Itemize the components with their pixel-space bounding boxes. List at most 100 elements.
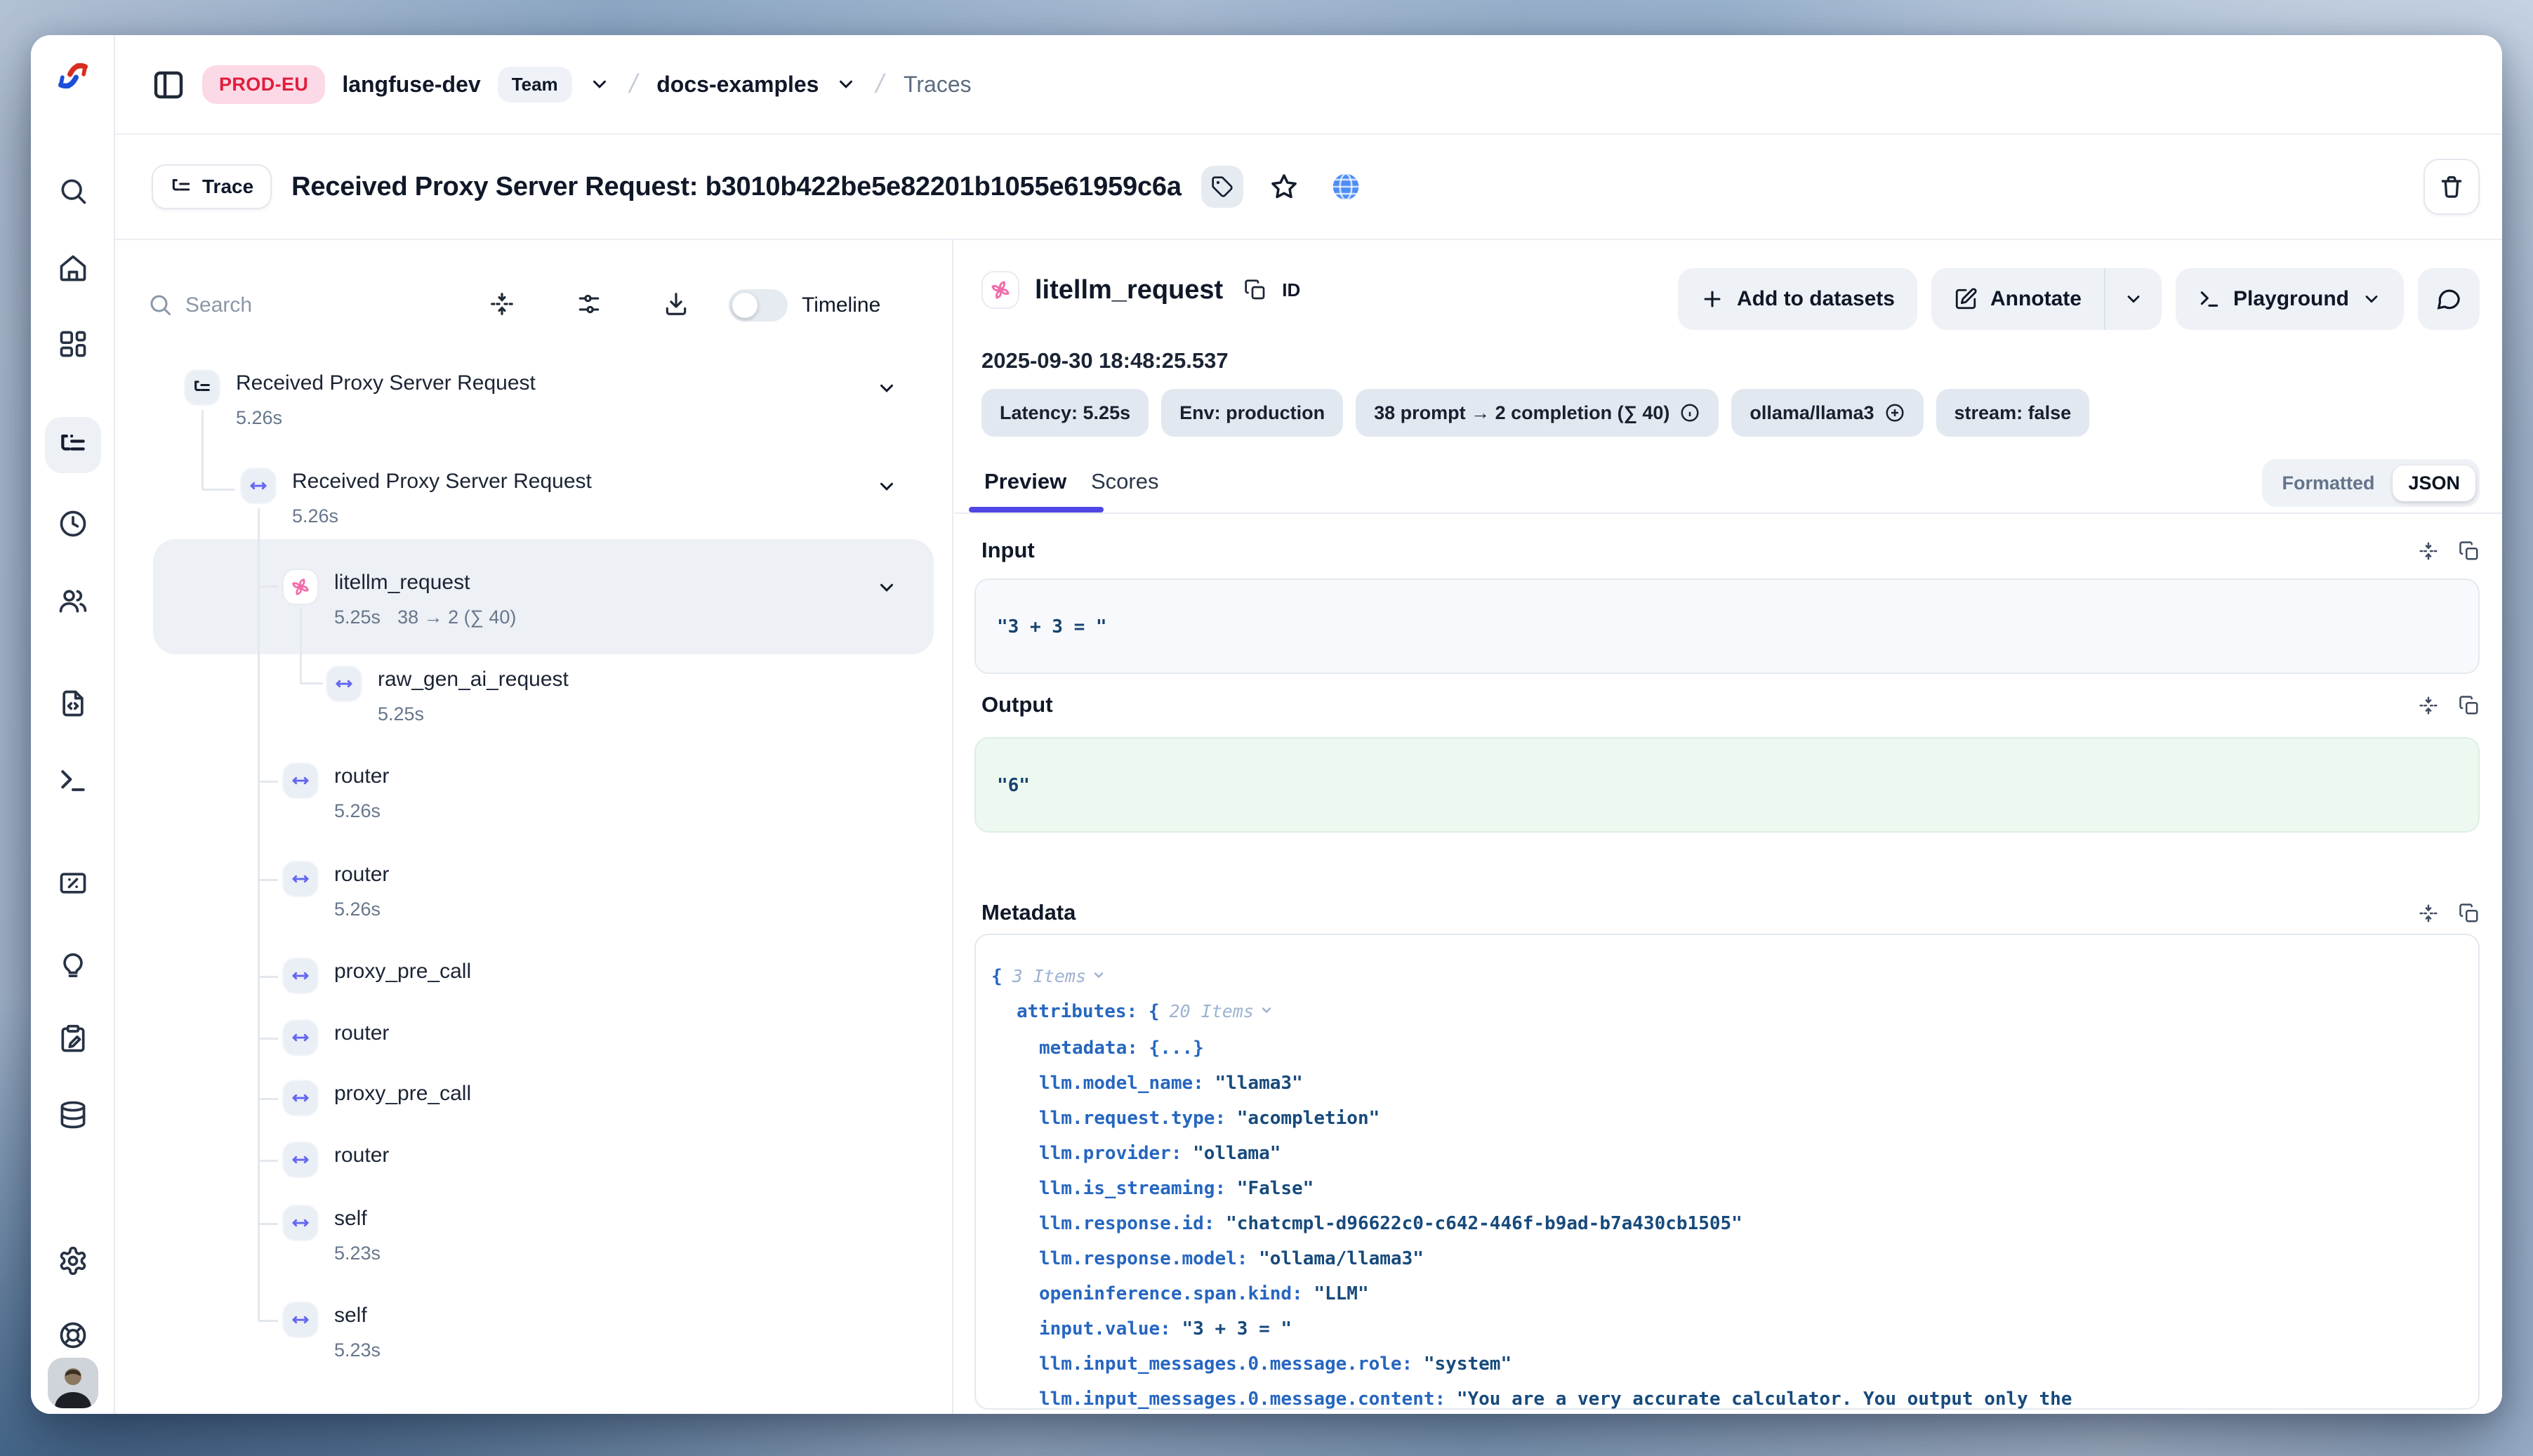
json-line[interactable]: {3 Items: [991, 966, 1106, 987]
chevron-down-icon[interactable]: [876, 476, 897, 497]
tab-preview[interactable]: Preview: [984, 469, 1066, 494]
json-line[interactable]: attributes: {20 Items: [1017, 1001, 1274, 1022]
tree-item-span[interactable]: self 5.23s: [282, 1302, 381, 1361]
search-input[interactable]: Search: [185, 293, 252, 317]
output-section-label: Output: [981, 692, 1053, 717]
json-line: openinference.span.kind: "LLM": [1039, 1283, 1369, 1304]
span-arrows-icon: [282, 1141, 319, 1178]
delete-trace-button[interactable]: [2423, 159, 2480, 215]
list-tree-icon: [184, 369, 220, 406]
model-badge[interactable]: ollama/llama3: [1731, 389, 1923, 437]
breadcrumb-section[interactable]: Traces: [904, 72, 972, 98]
annotate-dropdown-chevron-icon[interactable]: [2104, 268, 2162, 330]
json-line: llm.is_streaming: "False": [1039, 1178, 1314, 1199]
generation-pinwheel-icon: [981, 271, 1019, 309]
output-value: "6": [997, 775, 1030, 796]
chevron-down-icon: [2362, 289, 2381, 309]
icon-rail: [31, 35, 115, 1414]
settings-gear-icon[interactable]: [58, 1245, 88, 1276]
copy-icon[interactable]: [2459, 903, 2480, 924]
output-value-box: [974, 737, 2480, 833]
users-icon[interactable]: [58, 585, 88, 616]
output-section-actions: [2418, 695, 2480, 716]
chevron-down-icon: [1092, 968, 1106, 982]
dashboard-icon[interactable]: [58, 329, 88, 359]
project-name[interactable]: docs-examples: [656, 72, 819, 98]
scores-percent-icon[interactable]: [58, 868, 88, 899]
copy-id-icon[interactable]: [1244, 279, 1266, 301]
tree-item-span[interactable]: proxy_pre_call: [282, 1080, 471, 1116]
bookmark-star-button[interactable]: [1263, 166, 1305, 208]
tab-scores[interactable]: Scores: [1091, 469, 1158, 494]
tree-item-span[interactable]: router: [282, 1141, 389, 1178]
json-line: input.value: "3 + 3 = ": [1039, 1318, 1292, 1339]
timeline-toggle[interactable]: [729, 289, 788, 322]
tag-button[interactable]: [1201, 166, 1243, 208]
support-lifebuoy-icon[interactable]: [58, 1320, 88, 1351]
chevron-down-icon[interactable]: [876, 577, 897, 598]
app-window: PROD-EU langfuse-dev Team / docs-example…: [31, 35, 2502, 1414]
org-name[interactable]: langfuse-dev: [342, 72, 480, 98]
sessions-clock-icon[interactable]: [58, 508, 88, 539]
project-switch-chevron-icon[interactable]: [835, 74, 857, 95]
tree-item-generation-selected[interactable]: litellm_request 5.25s38 → 2 (∑ 40): [282, 569, 516, 628]
tree-item-span[interactable]: router 5.26s: [282, 861, 389, 920]
user-avatar[interactable]: [48, 1358, 98, 1408]
home-icon[interactable]: [58, 253, 88, 284]
tree-item-span[interactable]: Received Proxy Server Request 5.26s: [240, 468, 592, 527]
tree-settings-sliders-icon[interactable]: [576, 291, 602, 317]
view-json-option[interactable]: JSON: [2393, 465, 2475, 501]
tree-item-span[interactable]: router: [282, 1019, 389, 1056]
comments-button[interactable]: [2418, 268, 2480, 330]
copy-icon[interactable]: [2459, 541, 2480, 562]
env-badge: Env: production: [1161, 389, 1343, 437]
annotate-split-button[interactable]: Annotate: [1931, 268, 2162, 330]
selected-row-highlight: [153, 539, 934, 654]
prompts-file-icon[interactable]: [58, 688, 88, 719]
collapse-vertical-icon[interactable]: [2418, 903, 2439, 924]
collapse-vertical-icon[interactable]: [2418, 695, 2439, 716]
metadata-section-actions: [2418, 903, 2480, 924]
org-switch-chevron-icon[interactable]: [589, 74, 610, 95]
input-value: "3 + 3 = ": [997, 616, 1107, 637]
tree-item-span[interactable]: proxy_pre_call: [282, 958, 471, 994]
trace-title-bar: Trace Received Proxy Server Request: b30…: [115, 135, 2502, 240]
copy-icon[interactable]: [2459, 695, 2480, 716]
collapse-all-icon[interactable]: [489, 291, 515, 317]
playground-button[interactable]: Playground: [2176, 268, 2404, 330]
view-formatted-option[interactable]: Formatted: [2266, 465, 2390, 501]
playground-terminal-icon[interactable]: [58, 765, 88, 796]
json-line: llm.request.type: "acompletion": [1039, 1108, 1380, 1129]
add-to-datasets-button[interactable]: Add to datasets: [1678, 268, 1917, 330]
sidebar-toggle-icon[interactable]: [152, 67, 185, 101]
tree-item-span[interactable]: raw_gen_ai_request 5.25s: [326, 666, 569, 725]
environment-badge: PROD-EU: [202, 65, 325, 104]
tracing-nav-active[interactable]: [45, 417, 101, 473]
input-value-box: [974, 578, 2480, 674]
view-mode-segmented-control: Formatted JSON: [2262, 459, 2480, 507]
pen-square-icon: [1954, 287, 1978, 311]
json-line[interactable]: metadata: {...}: [1039, 1038, 1204, 1059]
terminal-icon: [2198, 288, 2221, 310]
tree-item-span[interactable]: router 5.26s: [282, 762, 389, 822]
download-icon[interactable]: [663, 291, 689, 317]
collapse-vertical-icon[interactable]: [2418, 541, 2439, 562]
span-arrows-icon: [282, 1080, 319, 1116]
tree-connector: [258, 1223, 278, 1225]
active-tab-indicator: [969, 507, 1104, 512]
tree-item-span[interactable]: self 5.23s: [282, 1205, 381, 1264]
observation-timestamp: 2025-09-30 18:48:25.537: [981, 348, 1229, 373]
trace-title: Received Proxy Server Request: b3010b422…: [291, 172, 1182, 202]
id-label[interactable]: ID: [1282, 279, 1300, 301]
search-icon[interactable]: [58, 176, 88, 206]
chevron-down-icon[interactable]: [876, 378, 897, 399]
tree-item-trace-root[interactable]: Received Proxy Server Request 5.26s: [184, 369, 536, 429]
datasets-database-icon[interactable]: [58, 1099, 88, 1130]
org-type-chip: Team: [498, 67, 572, 102]
tree-connector: [258, 879, 278, 881]
span-arrows-icon: [326, 666, 362, 702]
evals-lightbulb-icon[interactable]: [58, 946, 88, 977]
annotation-clipboard-icon[interactable]: [58, 1024, 88, 1054]
public-globe-button[interactable]: [1325, 166, 1367, 208]
star-icon: [1269, 172, 1299, 201]
